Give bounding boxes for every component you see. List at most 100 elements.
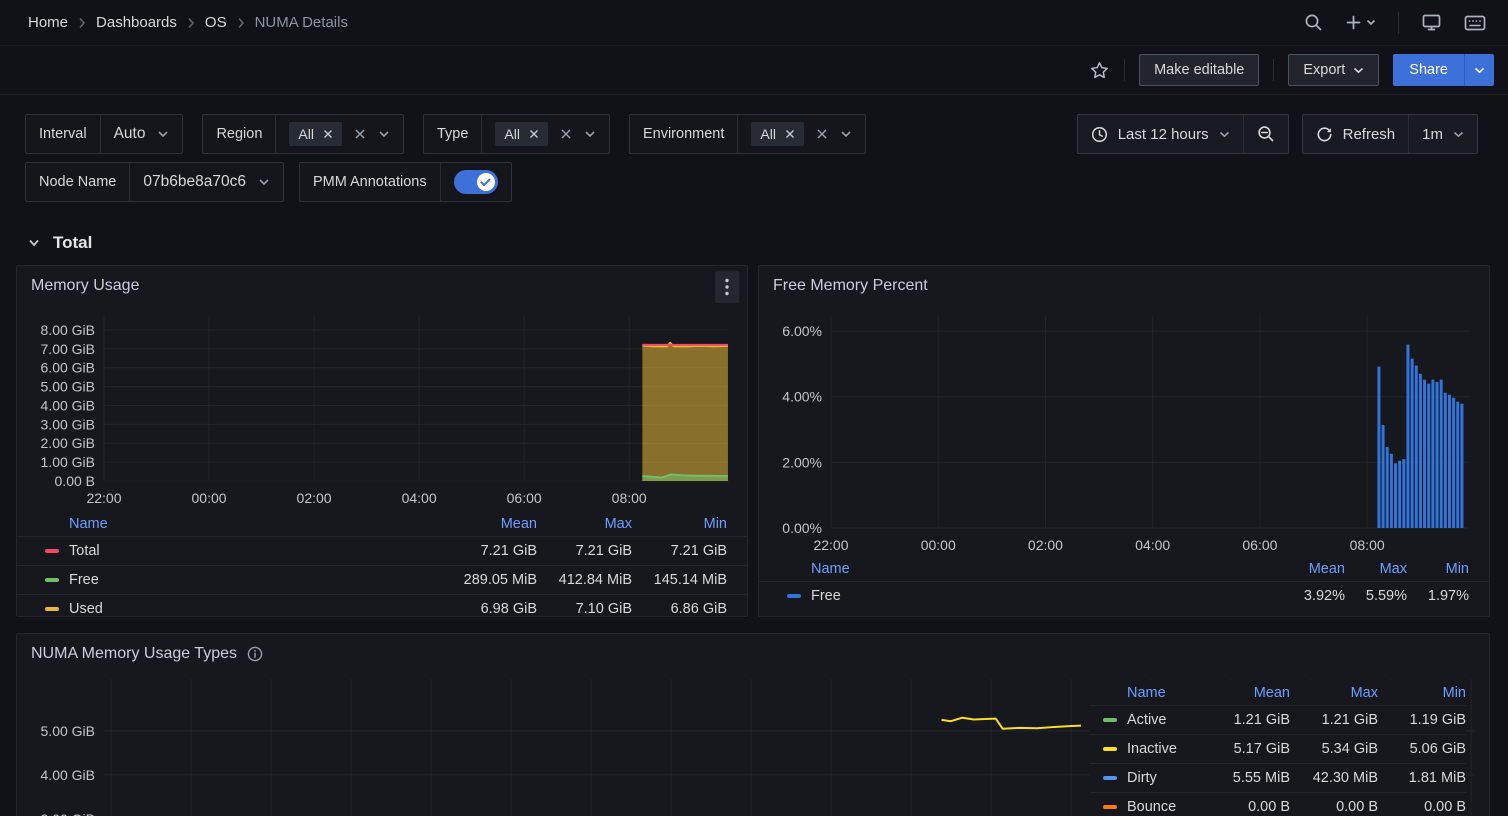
node-name-label: Node Name — [39, 174, 116, 190]
breadcrumb-os[interactable]: OS — [205, 14, 227, 31]
series-name[interactable]: Active — [1127, 712, 1167, 728]
series-mean: 7.21 GiB — [442, 543, 537, 559]
divider — [1273, 59, 1274, 81]
legend-header-min[interactable]: Min — [1407, 561, 1469, 577]
type-variable: Type All — [423, 114, 610, 154]
add-panel-button[interactable] — [1345, 14, 1376, 31]
svg-text:2.00 GiB: 2.00 GiB — [41, 435, 95, 451]
svg-text:0.00 B: 0.00 B — [55, 473, 95, 489]
refresh-icon — [1316, 126, 1333, 143]
refresh-interval-select[interactable]: 1m — [1408, 115, 1477, 153]
series-name[interactable]: Total — [69, 543, 100, 559]
kiosk-mode-icon[interactable] — [1421, 13, 1442, 32]
share-button[interactable]: Share — [1393, 54, 1464, 86]
series-name[interactable]: Free — [69, 572, 99, 588]
chevron-down-icon — [28, 239, 40, 247]
star-icon[interactable] — [1089, 60, 1110, 81]
clear-icon[interactable] — [560, 128, 572, 140]
legend-header-name[interactable]: Name — [69, 516, 108, 532]
share-menu-button[interactable] — [1464, 54, 1494, 86]
export-label: Export — [1303, 62, 1345, 78]
panel-title[interactable]: Free Memory Percent — [773, 277, 928, 295]
type-chip-all[interactable]: All — [495, 122, 548, 146]
variables-row: Interval Auto Region All Type — [25, 114, 1478, 154]
legend-header-name[interactable]: Name — [811, 561, 850, 577]
region-chip-all[interactable]: All — [289, 122, 342, 146]
svg-text:06:00: 06:00 — [507, 490, 542, 506]
panel-title[interactable]: Memory Usage — [31, 277, 139, 295]
legend-header-mean[interactable]: Mean — [1283, 561, 1345, 577]
series-mean: 289.05 MiB — [442, 572, 537, 588]
breadcrumb-dashboards[interactable]: Dashboards — [96, 14, 177, 31]
time-controls: Last 12 hours Refresh 1m — [1077, 114, 1478, 154]
legend-header-min[interactable]: Min — [1378, 685, 1466, 701]
series-name[interactable]: Inactive — [1127, 741, 1177, 757]
clear-icon[interactable] — [354, 128, 366, 140]
svg-text:00:00: 00:00 — [192, 490, 227, 506]
legend-header-mean[interactable]: Mean — [1202, 685, 1290, 701]
pmm-annotations-toggle[interactable] — [454, 170, 498, 194]
svg-text:4.00 GiB: 4.00 GiB — [41, 767, 95, 783]
svg-text:4.00%: 4.00% — [782, 389, 822, 405]
svg-text:22:00: 22:00 — [813, 537, 848, 553]
svg-text:3.00 GiB: 3.00 GiB — [41, 811, 95, 816]
node-name-select[interactable]: 07b6be8a70c6 — [129, 163, 283, 201]
legend-header-max[interactable]: Max — [1290, 685, 1378, 701]
legend-header-name[interactable]: Name — [1127, 685, 1166, 701]
breadcrumb-current-page: NUMA Details — [255, 14, 348, 31]
memory-usage-chart[interactable]: 0.00 B1.00 GiB2.00 GiB3.00 GiB4.00 GiB5.… — [17, 306, 747, 511]
svg-text:3.00 GiB: 3.00 GiB — [41, 416, 95, 432]
time-range-picker[interactable]: Last 12 hours — [1078, 115, 1243, 153]
panel-menu-button[interactable] — [715, 271, 739, 303]
free-memory-percent-legend: Name Mean Max Min Free 3.92% 5.59% 1.97% — [759, 556, 1489, 610]
region-select[interactable]: All — [275, 115, 403, 153]
legend-header-max[interactable]: Max — [537, 516, 632, 532]
breadcrumb-home[interactable]: Home — [28, 14, 68, 31]
chevron-down-icon[interactable] — [378, 130, 390, 138]
series-max: 5.34 GiB — [1290, 741, 1378, 757]
refresh-button[interactable]: Refresh — [1303, 115, 1409, 153]
type-select[interactable]: All — [481, 115, 609, 153]
section-row-total[interactable]: Total — [28, 227, 92, 259]
svg-text:7.00 GiB: 7.00 GiB — [41, 341, 95, 357]
legend-row-used: Used 6.98 GiB 7.10 GiB 6.86 GiB — [17, 594, 747, 623]
legend-header-max[interactable]: Max — [1345, 561, 1407, 577]
chip-label: All — [760, 126, 776, 142]
interval-value[interactable]: Auto — [114, 125, 146, 143]
free-memory-percent-chart[interactable]: 0.00%2.00%4.00%6.00%22:0000:0002:0004:00… — [759, 306, 1489, 558]
panel-numa-memory-usage-types: NUMA Memory Usage Types 5.00 GiB4.00 GiB… — [16, 633, 1490, 816]
chevron-down-icon[interactable] — [840, 130, 852, 138]
chevron-down-icon[interactable] — [584, 130, 596, 138]
zoom-out-time-button[interactable] — [1243, 115, 1288, 153]
svg-text:00:00: 00:00 — [921, 537, 956, 553]
series-max: 7.10 GiB — [537, 601, 632, 617]
node-name-value[interactable]: 07b6be8a70c6 — [143, 173, 246, 191]
search-icon[interactable] — [1304, 13, 1323, 32]
panel-free-memory-percent: Free Memory Percent 0.00%2.00%4.00%6.00%… — [758, 265, 1490, 617]
keyboard-shortcuts-icon[interactable] — [1464, 15, 1486, 31]
series-name[interactable]: Free — [811, 588, 841, 604]
series-name[interactable]: Used — [69, 601, 103, 617]
interval-select[interactable]: Auto — [100, 115, 183, 153]
chevron-down-icon — [258, 178, 270, 186]
chevron-down-icon — [1453, 131, 1464, 138]
environment-chip-all[interactable]: All — [751, 122, 804, 146]
environment-select[interactable]: All — [737, 115, 865, 153]
chevron-right-icon — [78, 17, 86, 29]
make-editable-button[interactable]: Make editable — [1139, 54, 1259, 86]
legend-header-mean[interactable]: Mean — [442, 516, 537, 532]
series-name[interactable]: Dirty — [1127, 770, 1157, 786]
info-icon[interactable] — [247, 646, 263, 662]
series-min: 0.00 B — [1378, 799, 1466, 815]
clear-icon[interactable] — [816, 128, 828, 140]
svg-text:2.00%: 2.00% — [782, 454, 822, 470]
series-max: 412.84 MiB — [537, 572, 632, 588]
series-name[interactable]: Bounce — [1127, 799, 1176, 815]
export-button[interactable]: Export — [1288, 54, 1379, 86]
series-max: 0.00 B — [1290, 799, 1378, 815]
series-mean: 6.98 GiB — [442, 601, 537, 617]
legend-header-min[interactable]: Min — [632, 516, 727, 532]
legend-row-bounce: Bounce 0.00 B 0.00 B 0.00 B — [1090, 792, 1466, 816]
panel-title[interactable]: NUMA Memory Usage Types — [31, 645, 237, 663]
series-mean: 5.55 MiB — [1202, 770, 1290, 786]
